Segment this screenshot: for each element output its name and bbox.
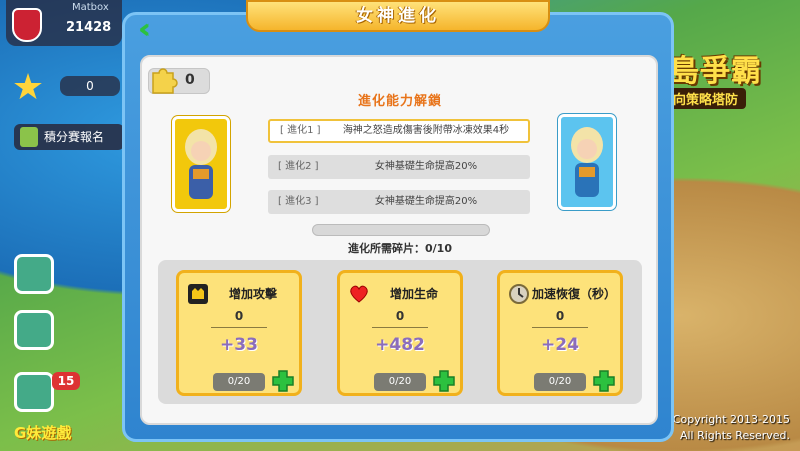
shard-count: 0 bbox=[185, 72, 195, 88]
side-button-2[interactable] bbox=[14, 310, 54, 350]
plus-icon[interactable] bbox=[271, 369, 295, 393]
stat-value: 0 bbox=[555, 309, 565, 323]
stat-card-health: 增加生命 0 +482 0/20 bbox=[337, 270, 463, 396]
stat-ratio: 0/20 bbox=[374, 373, 426, 391]
stat-name: 加速恢復（秒） bbox=[532, 287, 617, 301]
stat-card-attack: 增加攻擊 0 +33 0/20 bbox=[176, 270, 302, 396]
copyright-line-1: Copyright 2013-2015 bbox=[672, 413, 790, 426]
shard-progress-bar bbox=[312, 224, 490, 236]
double-chevron-left-icon[interactable]: ‹‹ bbox=[138, 14, 174, 44]
clock-icon bbox=[509, 284, 529, 304]
attack-icon bbox=[188, 284, 208, 304]
copyright-line-2: All Rights Reserved. bbox=[679, 429, 790, 442]
stat-name: 增加攻擊 bbox=[228, 287, 277, 301]
player-info[interactable]: Matbox 21428 bbox=[6, 0, 122, 46]
evolution-tag: [ 進化1 ] bbox=[280, 125, 321, 136]
side-button-1[interactable] bbox=[14, 254, 54, 294]
evolution-heading: 進化能力解鎖 bbox=[357, 94, 442, 109]
shard-counter: 0 bbox=[148, 68, 210, 94]
evolution-desc: 海神之怒造成傷害後附帶冰凍效果4秒 bbox=[342, 125, 510, 136]
evolution-tag: [ 進化2 ] bbox=[278, 161, 319, 172]
side-button-3[interactable] bbox=[14, 372, 54, 412]
evolution-tag: [ 進化3 ] bbox=[278, 196, 319, 207]
copyright: Copyright 2013-2015 All Rights Reserved. bbox=[673, 412, 790, 444]
goddess-evolved-portrait bbox=[571, 127, 603, 197]
stat-ratio: 0/20 bbox=[534, 373, 586, 391]
evolution-row-2: [ 進化2 ] 女神基礎生命提高20% bbox=[268, 155, 530, 179]
goddess-card-evolved[interactable] bbox=[558, 114, 616, 210]
notification-badge: 15 bbox=[52, 372, 80, 390]
evolution-desc: 女神基礎生命提高20% bbox=[374, 161, 478, 172]
goddess-card-current[interactable] bbox=[172, 116, 230, 212]
evolution-row-3: [ 進化3 ] 女神基礎生命提高20% bbox=[268, 190, 530, 214]
stat-value: 0 bbox=[234, 309, 244, 323]
stat-bonus: +482 bbox=[375, 335, 425, 355]
stat-ratio: 0/20 bbox=[213, 373, 265, 391]
brand-logo: G妹遊戲 bbox=[14, 424, 72, 442]
rank-icon bbox=[20, 127, 38, 147]
rank-signup-button[interactable]: 積分賽報名 bbox=[14, 124, 124, 150]
player-name: Matbox bbox=[72, 2, 109, 13]
rank-signup-label: 積分賽報名 bbox=[44, 130, 105, 144]
counter-badge: 0 bbox=[60, 76, 120, 96]
goddess-portrait bbox=[185, 129, 217, 199]
player-emblem-icon bbox=[12, 8, 42, 42]
divider bbox=[372, 327, 428, 328]
stat-value: 0 bbox=[395, 309, 405, 323]
evolution-desc: 女神基礎生命提高20% bbox=[374, 196, 478, 207]
divider bbox=[532, 327, 588, 328]
star-icon[interactable]: ★ bbox=[8, 68, 48, 108]
stat-card-recovery: 加速恢復（秒） 0 +24 0/20 bbox=[497, 270, 623, 396]
plus-icon[interactable] bbox=[432, 369, 456, 393]
evolution-row-1: [ 進化1 ] 海神之怒造成傷害後附帶冰凍效果4秒 bbox=[268, 119, 530, 143]
divider bbox=[211, 327, 267, 328]
shard-progress-label: 進化所需碎片：0/10 bbox=[348, 242, 452, 255]
gold-count: 21428 bbox=[66, 20, 112, 35]
heart-icon bbox=[350, 285, 368, 303]
stat-bonus: +33 bbox=[220, 335, 258, 355]
stat-bonus: +24 bbox=[541, 335, 579, 355]
plus-icon[interactable] bbox=[592, 369, 616, 393]
panel-title: 女神進化 bbox=[246, 0, 550, 32]
puzzle-piece-icon bbox=[152, 68, 178, 94]
stat-name: 增加生命 bbox=[389, 287, 438, 301]
